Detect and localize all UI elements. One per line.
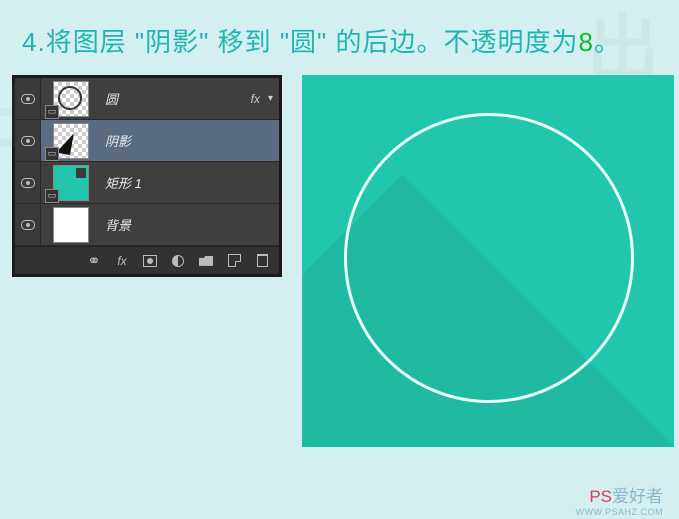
layer-thumbnail[interactable]: ▭ (47, 81, 95, 117)
layer-name: 矩形 1 (105, 173, 279, 192)
layer-row-shadow[interactable]: ▭ 阴影 (15, 120, 279, 162)
chevron-down-icon[interactable]: ▾ (268, 93, 273, 104)
eye-icon (21, 178, 35, 188)
circle-shape (344, 113, 634, 403)
add-mask-icon[interactable] (143, 254, 157, 268)
watermark-rest: 爱好者 (612, 487, 663, 506)
shape-badge-icon: ▭ (45, 105, 59, 119)
layers-panel-footer: fx (15, 246, 279, 274)
instruction-suffix: 。 (594, 27, 621, 57)
watermark-brand: PS爱好者 (589, 482, 663, 507)
watermark-ps: PS (589, 487, 612, 506)
new-group-icon[interactable] (199, 254, 213, 268)
layer-thumbnail[interactable]: ▭ (47, 165, 95, 201)
opacity-value: 8 (579, 27, 594, 57)
layer-effects-icon[interactable]: fx (115, 254, 129, 268)
layer-row-background[interactable]: 背景 (15, 204, 279, 246)
fx-label[interactable]: fx (251, 92, 260, 106)
visibility-toggle[interactable] (15, 162, 41, 203)
layer-thumbnail[interactable]: ▭ (47, 123, 95, 159)
adjustment-layer-icon[interactable] (171, 254, 185, 268)
layer-row-rect1[interactable]: ▭ 矩形 1 (15, 162, 279, 204)
visibility-toggle[interactable] (15, 78, 41, 119)
visibility-toggle[interactable] (15, 204, 41, 245)
shape-badge-icon: ▭ (45, 147, 59, 161)
layer-thumbnail[interactable] (47, 207, 95, 243)
instruction-body: 将图层 "阴影" 移到 "圆" 的后边。不透明度为 (46, 27, 579, 57)
shape-badge-icon: ▭ (45, 189, 59, 203)
layer-name: 圆 (105, 89, 251, 108)
watermark-url: WWW.PSAHZ.COM (576, 507, 664, 517)
eye-icon (21, 136, 35, 146)
canvas-preview (302, 75, 674, 447)
instruction-text: 4.将图层 "阴影" 移到 "圆" 的后边。不透明度为8。 (0, 0, 679, 67)
link-layers-icon[interactable] (87, 254, 101, 268)
visibility-toggle[interactable] (15, 120, 41, 161)
layers-panel: ▭ 圆 fx ▾ ▭ 阴影 ▭ 矩形 1 (12, 75, 282, 277)
step-number: 4. (22, 27, 46, 57)
delete-layer-icon[interactable] (255, 254, 269, 268)
layer-name: 背景 (105, 215, 279, 234)
layer-row-circle[interactable]: ▭ 圆 fx ▾ (15, 78, 279, 120)
eye-icon (21, 220, 35, 230)
eye-icon (21, 94, 35, 104)
new-layer-icon[interactable] (227, 254, 241, 268)
layer-name: 阴影 (105, 131, 279, 150)
